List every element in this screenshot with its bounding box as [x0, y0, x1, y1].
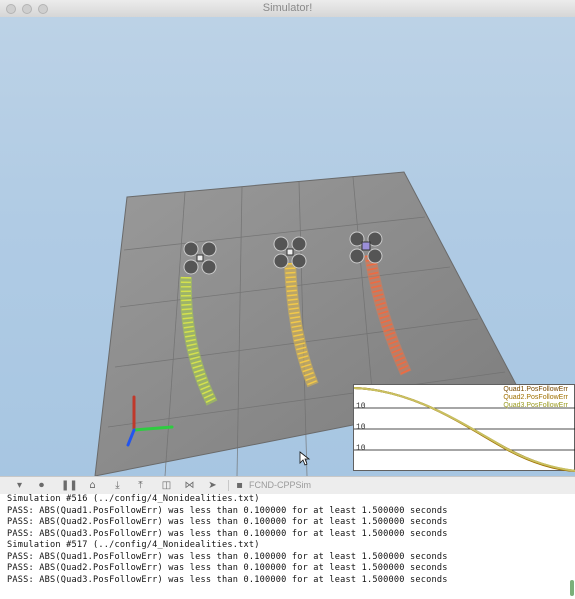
pause-icon[interactable]: ❚❚: [61, 479, 78, 492]
console-line: PASS: ABS(Quad1.PosFollowErr) was less t…: [7, 505, 448, 516]
legend-entry-quad3: Quad3.PosFollowErr: [503, 402, 568, 409]
console-scrollbar[interactable]: [570, 580, 574, 596]
target-label: FCND-CPPSim: [249, 480, 311, 490]
console-line: PASS: ABS(Quad3.PosFollowErr) was less t…: [7, 528, 448, 539]
plot-ytick: 10: [356, 444, 366, 453]
debug-toolbar: ▾ ⏺ ❚❚ ⌂ ⤓ ⤒ ◫ ⋈ ➤ ▪ FCND-CPPSim: [0, 476, 575, 495]
console-line: PASS: ABS(Quad2.PosFollowErr) was less t…: [7, 517, 448, 527]
legend-entry-quad1: Quad1.PosFollowErr: [503, 386, 568, 393]
console-line: Simulation #516 (../config/4_Nonidealiti…: [7, 494, 260, 504]
share-icon[interactable]: ⋈: [183, 479, 196, 492]
title-bar: Simulator!: [0, 0, 575, 18]
terminal-icon[interactable]: ▪: [233, 479, 246, 492]
console-output[interactable]: Simulation #516 (../config/4_Nonidealiti…: [0, 494, 575, 599]
plot-ytick: 10: [356, 402, 366, 411]
step-down-icon[interactable]: ⤓: [111, 479, 124, 492]
send-icon[interactable]: ➤: [206, 479, 219, 492]
mouse-cursor-icon: [299, 451, 311, 466]
dropdown-icon[interactable]: ▾: [13, 479, 26, 492]
plot-ytick: 10: [356, 423, 366, 432]
window-title: Simulator!: [262, 2, 313, 14]
console-line: PASS: ABS(Quad2.PosFollowErr) was less t…: [7, 563, 448, 573]
console-line: PASS: ABS(Quad3.PosFollowErr) was less t…: [7, 574, 448, 585]
toolbar-divider: [228, 480, 229, 491]
home-icon[interactable]: ⌂: [86, 479, 99, 492]
record-icon[interactable]: ⏺: [35, 479, 48, 492]
step-up-icon[interactable]: ⤒: [134, 479, 147, 492]
legend-entry-quad2: Quad2.PosFollowErr: [503, 394, 568, 401]
graph-icon[interactable]: ◫: [160, 479, 173, 492]
plot-legend: Quad1.PosFollowErr Quad2.PosFollowErr Qu…: [503, 386, 568, 410]
console-line: PASS: ABS(Quad1.PosFollowErr) was less t…: [7, 551, 448, 562]
error-plot[interactable]: 10 10 10 Quad1.PosFollowErr Quad2.PosFol…: [353, 384, 575, 472]
console-line: Simulation #517 (../config/4_Nonidealiti…: [7, 540, 260, 550]
